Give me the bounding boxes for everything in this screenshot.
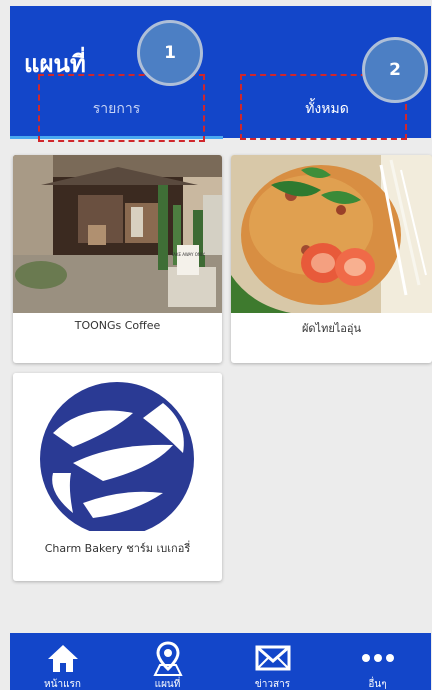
pad-thai-shrimp-photo <box>231 155 432 313</box>
card-title: TOONGs Coffee <box>74 319 161 332</box>
card-title: Charm Bakery ชาร์ม เบเกอรี่ <box>44 542 191 555</box>
annotation-marker-2-label: 2 <box>389 60 401 80</box>
mail-icon <box>255 645 290 671</box>
annotation-marker-2: 2 <box>362 37 428 103</box>
nav-more[interactable]: อื่นๆ <box>325 633 430 690</box>
place-card-charm-bakery[interactable]: Charm Bakery ชาร์ม เบเกอรี่ <box>13 373 222 581</box>
cafe-storefront-photo: TAKE AWAY ONLY <box>13 155 222 313</box>
nav-more-label: อื่นๆ <box>368 679 387 690</box>
home-icon <box>47 645 78 672</box>
nav-map[interactable]: แผนที่ <box>115 633 220 690</box>
card-title: ผัดไทยไออุ่น <box>301 322 362 335</box>
annotation-marker-1: 1 <box>137 20 203 86</box>
nav-home-label: หน้าแรก <box>44 679 81 690</box>
map-pin-icon <box>152 641 183 676</box>
place-card-toongs-coffee[interactable]: TAKE AWAY ONLY TOONGs Coffee <box>13 155 222 363</box>
more-dots-icon <box>361 654 394 662</box>
nav-news[interactable]: ข่าวสาร <box>220 633 325 690</box>
nav-map-label: แผนที่ <box>154 679 181 690</box>
nav-news-label: ข่าวสาร <box>254 679 291 690</box>
bottom-navigation: หน้าแรก แผนที่ ข่าวสาร อื่นๆ <box>10 633 431 690</box>
place-card-pad-thai[interactable]: ผัดไทยไออุ่น <box>231 155 432 363</box>
nav-home[interactable]: หน้าแรก <box>10 633 115 690</box>
annotation-marker-1-label: 1 <box>164 43 176 63</box>
charm-bakery-logo <box>13 373 222 531</box>
take-away-sign-text: TAKE AWAY ONLY <box>170 252 206 257</box>
